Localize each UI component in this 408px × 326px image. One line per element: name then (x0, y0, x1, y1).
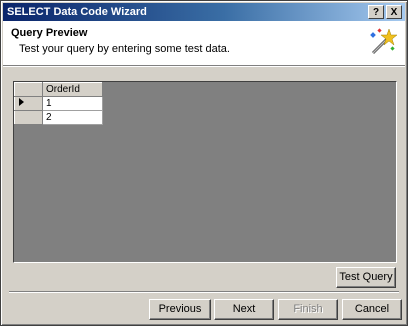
column-header-orderid[interactable]: OrderId (42, 82, 103, 97)
query-preview-grid[interactable]: OrderId 1 2 (13, 81, 397, 263)
table-header-row: OrderId (14, 82, 103, 97)
wizard-dialog: SELECT Data Code Wizard ? X Query Previe… (0, 0, 408, 326)
finish-button[interactable]: Finish (278, 299, 338, 320)
row-selector[interactable] (14, 110, 43, 125)
header-divider (3, 66, 405, 67)
data-table: OrderId 1 2 (14, 82, 103, 125)
row-selector[interactable] (14, 96, 43, 111)
previous-button[interactable]: Previous (149, 299, 211, 320)
help-button[interactable]: ? (368, 5, 384, 19)
table-cell[interactable]: 1 (42, 96, 103, 111)
close-button[interactable]: X (386, 5, 402, 19)
page-subtitle: Test your query by entering some test da… (19, 43, 230, 55)
cancel-button[interactable]: Cancel (342, 299, 402, 320)
wizard-wand-icon (370, 28, 397, 55)
current-row-arrow-icon (19, 97, 24, 106)
next-button[interactable]: Next (214, 299, 274, 320)
title-bar[interactable]: SELECT Data Code Wizard ? X (3, 3, 405, 21)
table-row[interactable]: 1 (14, 96, 103, 111)
table-row[interactable]: 2 (14, 110, 103, 125)
wizard-header: Query Preview Test your query by enterin… (3, 21, 405, 66)
test-query-button[interactable]: Test Query (336, 267, 396, 288)
page-title: Query Preview (11, 27, 88, 39)
corner-cell[interactable] (14, 82, 43, 97)
footer-divider-highlight (9, 292, 399, 293)
table-cell[interactable]: 2 (42, 110, 103, 125)
window-title: SELECT Data Code Wizard (7, 6, 147, 18)
